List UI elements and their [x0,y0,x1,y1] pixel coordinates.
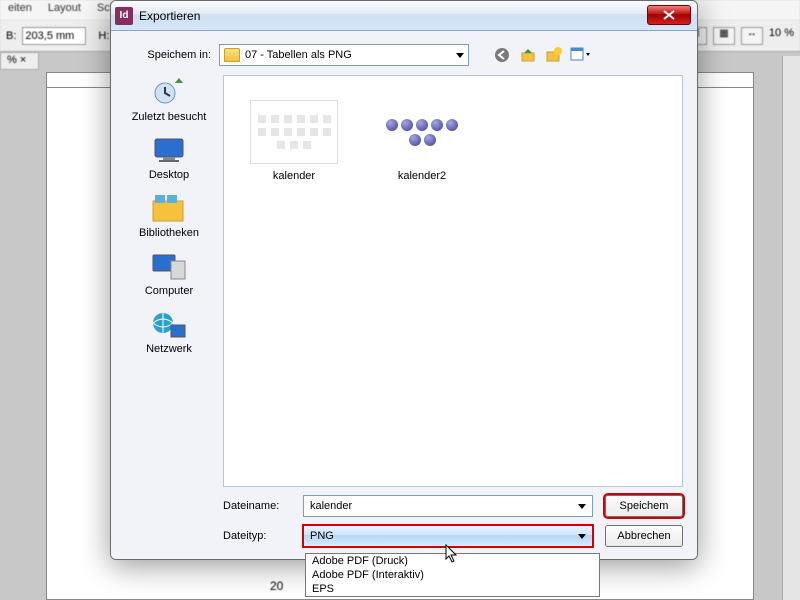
recent-icon [149,75,189,109]
filetype-option[interactable]: Adobe PDF (Interaktiv) [306,568,599,582]
filetype-option[interactable]: Adobe PDF (Druck) [306,554,599,568]
indesign-icon: Id [115,7,133,25]
place-recent[interactable]: Zuletzt besucht [119,75,219,123]
desktop-icon [149,133,189,167]
back-button[interactable] [491,44,513,66]
filetype-option[interactable]: EPS [306,582,599,596]
place-label: Computer [119,285,219,297]
dialog-titlebar[interactable]: Id Exportieren [111,1,697,31]
panel-dock [782,56,800,600]
filename-field[interactable]: kalender [303,495,593,517]
filename-value: kalender [310,500,352,512]
chevron-down-icon [456,53,464,58]
save-in-label: Speichem in: [125,49,211,61]
place-desktop[interactable]: Desktop [119,133,219,181]
grid-icon[interactable]: ▦ [713,27,735,45]
place-libraries[interactable]: Bibliotheken [119,191,219,239]
place-label: Zuletzt besucht [119,111,219,123]
place-network[interactable]: Netzwerk [119,307,219,355]
zoom-percent: 10 % [769,27,794,45]
file-thumbnail [378,100,466,164]
places-sidebar: Zuletzt besucht Desktop Bibliotheken Com… [119,75,219,487]
network-icon [149,307,189,341]
cancel-button[interactable]: Abbrechen [605,525,683,547]
export-dialog: Id Exportieren Speichem in: 07 - Tabelle… [110,0,698,560]
filename-label: Dateiname: [223,500,303,512]
width-input[interactable] [22,27,86,45]
chevron-down-icon [578,534,586,539]
new-folder-button[interactable] [543,44,565,66]
filetype-label: Dateityp: [223,530,303,542]
dialog-title: Exportieren [139,9,200,23]
place-label: Desktop [119,169,219,181]
filetype-value: PNG [310,530,334,542]
place-label: Bibliotheken [119,227,219,239]
document-tab[interactable]: % × [0,52,39,70]
file-item[interactable]: kalender2 [372,100,472,182]
file-item[interactable]: kalender [244,100,344,182]
up-button[interactable] [517,44,539,66]
file-name: kalender [244,170,344,182]
location-value: 07 - Tabellen als PNG [245,49,352,61]
file-thumbnail [250,100,338,164]
file-pane[interactable]: kalender kalender2 [223,75,683,487]
view-menu-button[interactable] [569,44,591,66]
file-name: kalender2 [372,170,472,182]
filetype-dropdown[interactable]: PNG [303,525,593,547]
folder-icon [224,48,240,62]
place-label: Netzwerk [119,343,219,355]
chevron-down-icon [578,504,586,509]
filetype-dropdown-list[interactable]: Adobe PDF (Druck) Adobe PDF (Interaktiv)… [305,553,600,597]
computer-icon [149,249,189,283]
place-computer[interactable]: Computer [119,249,219,297]
location-dropdown[interactable]: 07 - Tabellen als PNG [219,44,469,66]
libraries-icon [149,191,189,225]
save-button[interactable]: Speichem [605,495,683,517]
close-button[interactable] [647,5,691,25]
arrows-icon[interactable]: ↔ [741,27,763,45]
